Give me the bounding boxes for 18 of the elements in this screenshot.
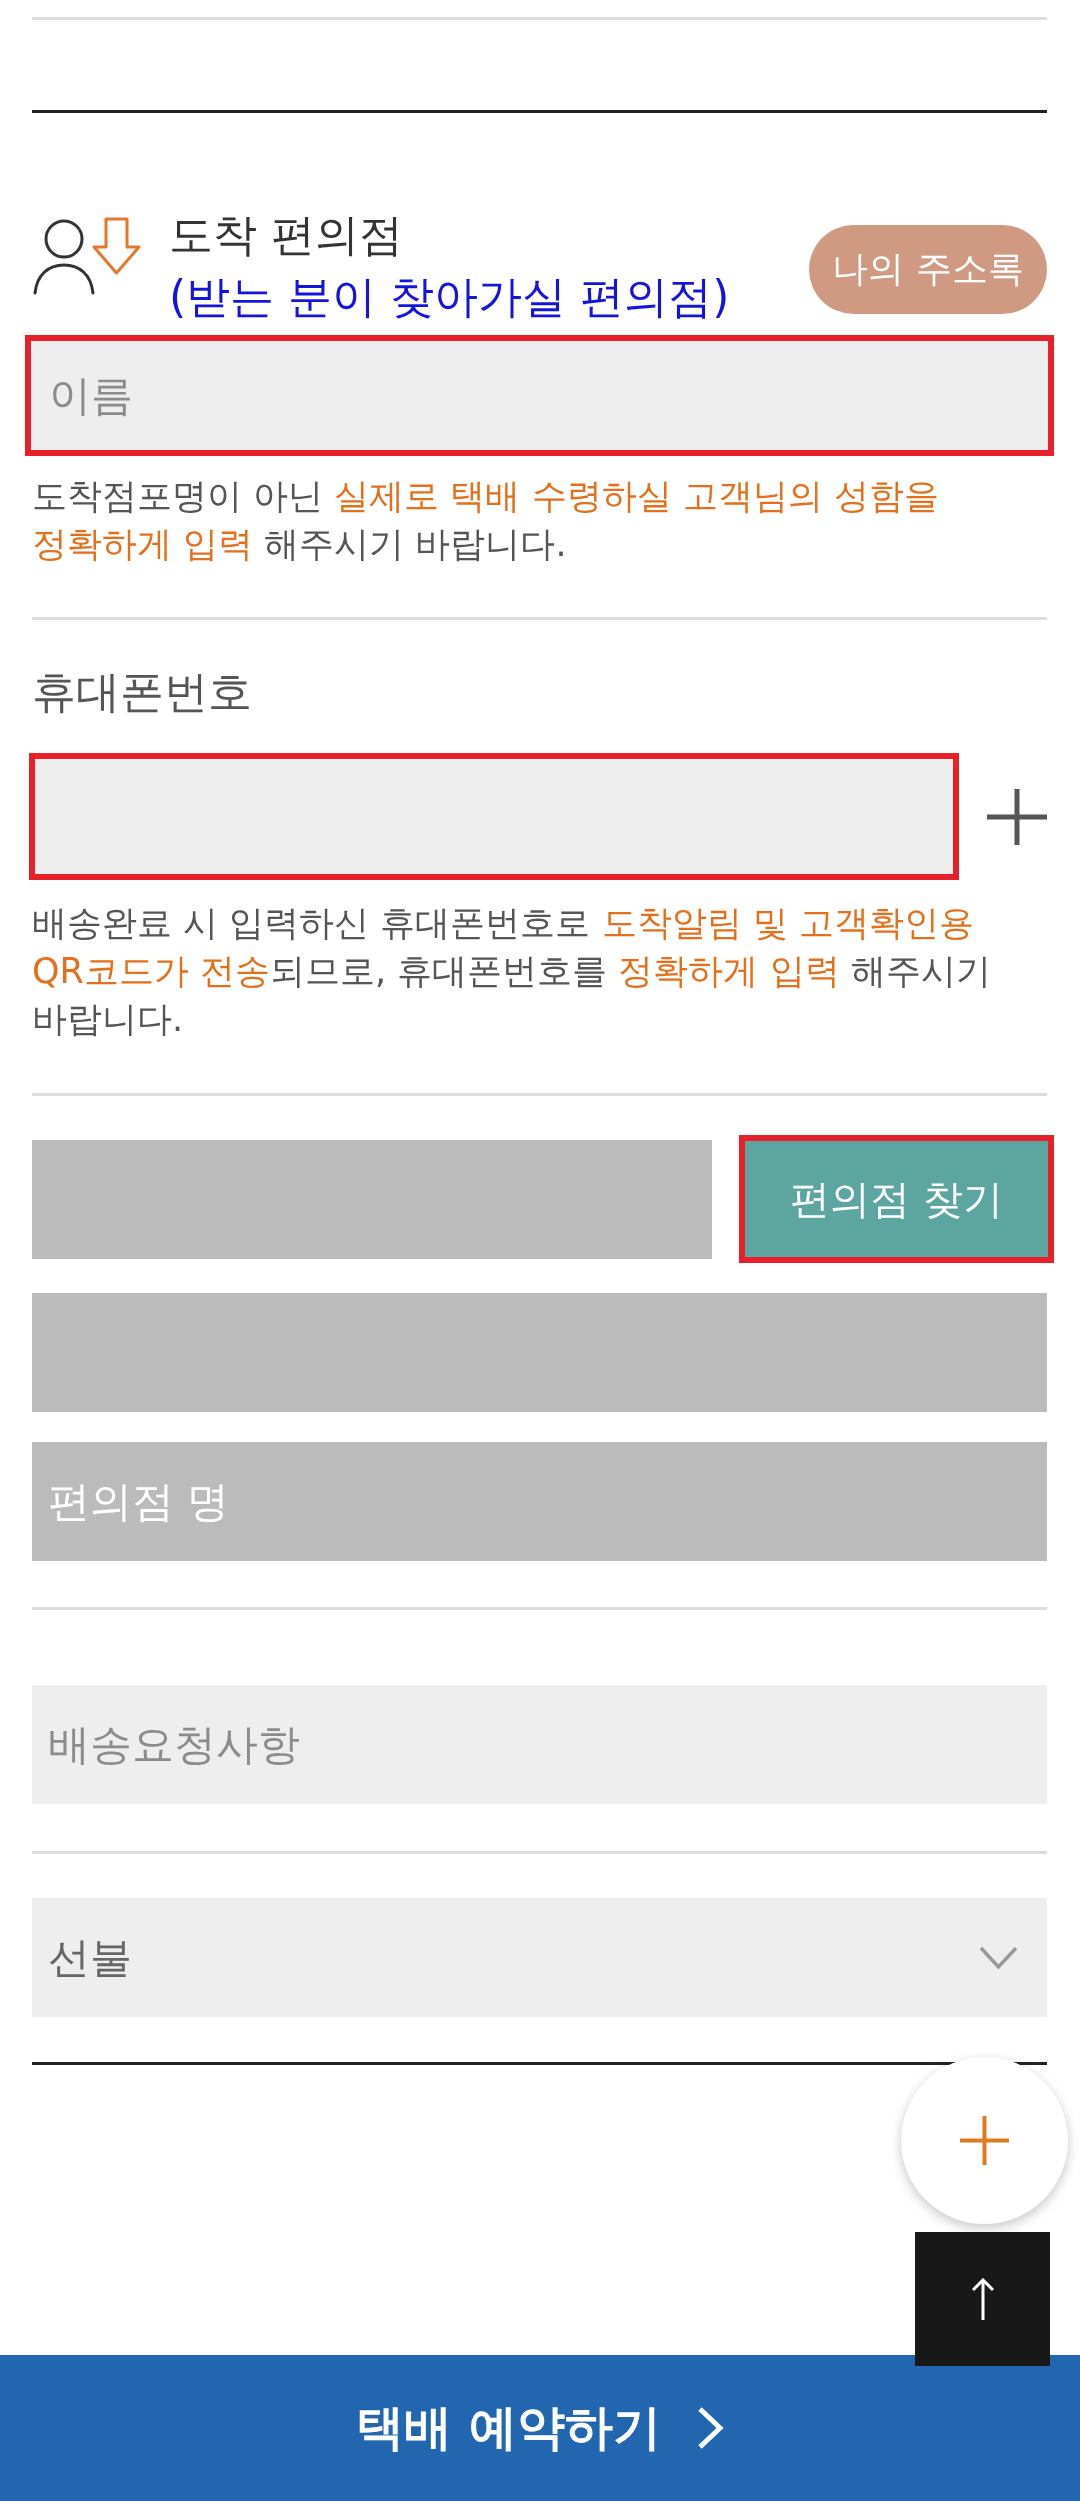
person-arrow-down-icon bbox=[32, 217, 141, 295]
reserve-button[interactable]: 택배 예약하기 bbox=[0, 2355, 1080, 2501]
payment-select[interactable]: 선불 bbox=[32, 1898, 1047, 2017]
find-store-button[interactable]: 편의점 찾기 bbox=[739, 1135, 1054, 1263]
name-notice: 도착점포명이 아닌 실제로 택배 수령하실 고객님의 성함을 정확하게 입력 해주시기 바랍니다. bbox=[32, 475, 940, 566]
plus-icon bbox=[960, 2116, 1009, 2165]
scroll-top-button[interactable] bbox=[915, 2232, 1050, 2366]
phone-label: 휴대폰번호 bbox=[32, 665, 253, 719]
section-title: 도착 편의점 bbox=[169, 208, 403, 262]
name-input[interactable]: 이름 bbox=[25, 335, 1054, 456]
phone-notice: 배송완료 시 입력하신 휴대폰번호로 도착알림 및 고객확인용 QR코드가 전송되므로, 휴대폰번호를 정확하게 입력 해주시기 바랍니다. bbox=[32, 902, 992, 1041]
section-subtitle: (받는 분이 찾아가실 편의점) bbox=[169, 270, 730, 324]
chevron-down-icon bbox=[979, 1945, 1018, 1970]
chevron-right-icon bbox=[696, 2406, 724, 2450]
phone-input[interactable] bbox=[29, 753, 959, 880]
arrow-up-icon bbox=[971, 2278, 994, 2320]
plus-icon[interactable] bbox=[987, 788, 1047, 845]
request-input[interactable]: 배송요청사항 bbox=[32, 1685, 1047, 1804]
